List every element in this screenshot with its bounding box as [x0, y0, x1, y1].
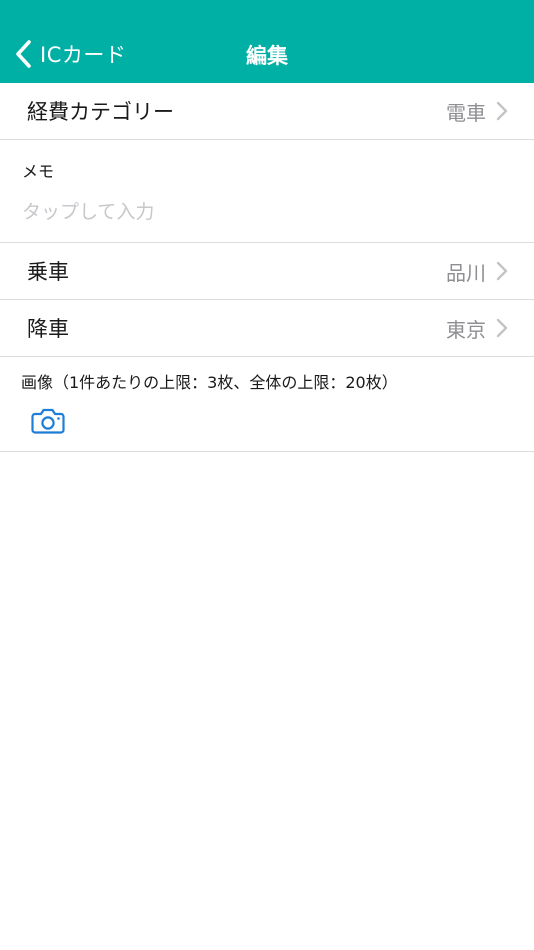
boarding-station-value: 品川: [446, 260, 486, 285]
boarding-station-row[interactable]: 乗車 品川: [0, 243, 534, 300]
expense-category-value: 電車: [446, 100, 486, 125]
alighting-station-value: 東京: [446, 317, 486, 342]
navigation-bar: ICカード 編集: [0, 0, 534, 83]
camera-icon[interactable]: [31, 407, 65, 435]
memo-section: メモ: [0, 140, 534, 243]
expense-category-row[interactable]: 経費カテゴリー 電車: [0, 83, 534, 140]
expense-category-label: 経費カテゴリー: [27, 100, 174, 124]
images-limit-label: 画像（1件あたりの上限：3枚、全体の上限：20枚）: [21, 373, 398, 392]
alighting-station-label: 降車: [27, 317, 69, 341]
memo-label: メモ: [22, 162, 55, 181]
chevron-right-icon: [496, 318, 508, 338]
chevron-right-icon: [496, 101, 508, 121]
memo-input[interactable]: [22, 196, 502, 228]
page-title: 編集: [246, 44, 288, 68]
boarding-station-label: 乗車: [27, 260, 69, 284]
alighting-station-row[interactable]: 降車 東京: [0, 300, 534, 357]
chevron-right-icon: [496, 261, 508, 281]
images-section: 画像（1件あたりの上限：3枚、全体の上限：20枚）: [0, 357, 534, 452]
